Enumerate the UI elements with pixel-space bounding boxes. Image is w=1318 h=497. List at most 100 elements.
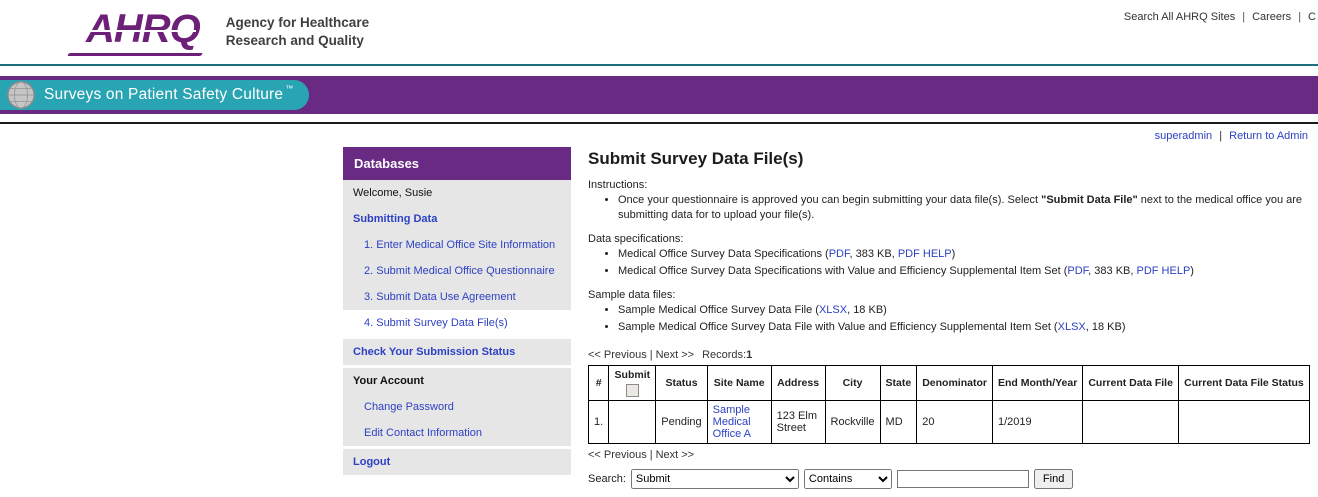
column-header-site-name: Site Name	[707, 366, 771, 401]
search-all-ahrq-sites-link[interactable]: Search All AHRQ Sites	[1124, 11, 1235, 23]
column-header-submit: Submit	[609, 366, 656, 401]
xlsx-link[interactable]: XLSX	[1058, 321, 1086, 333]
column-header-number: #	[589, 366, 609, 401]
records-count: 1	[746, 349, 752, 361]
content-area: superadmin | Return to Admin Databases W…	[0, 124, 1318, 489]
cell-status: Pending	[656, 401, 707, 444]
previous-link[interactable]: << Previous	[588, 349, 647, 361]
next-link[interactable]: Next >>	[656, 349, 695, 361]
tagline-line1: Agency for Healthcare	[226, 14, 369, 32]
pdf-link[interactable]: PDF	[1067, 265, 1088, 277]
search-text-input[interactable]	[897, 470, 1029, 488]
search-operator-select[interactable]: Contains	[804, 469, 892, 489]
admin-separator: |	[1219, 130, 1222, 142]
spec-item: Medical Office Survey Data Specification…	[618, 264, 1312, 279]
top-nav-separator: |	[1298, 11, 1301, 23]
sample-data-files-label: Sample data files:	[588, 289, 1312, 301]
sample-item: Sample Medical Office Survey Data File (…	[618, 303, 1312, 318]
top-nav: Search All AHRQ Sites | Careers | C	[1124, 11, 1316, 23]
sidebar-item-step4-submit-data-files[interactable]: 4. Submit Survey Data File(s)	[343, 310, 571, 336]
trademark-symbol: ™	[285, 80, 293, 93]
sops-banner: Surveys on Patient Safety Culture ™	[0, 76, 1318, 114]
logo-tagline: Agency for Healthcare Research and Quali…	[226, 14, 369, 49]
next-link[interactable]: Next >>	[656, 449, 695, 461]
sample-text: Sample Medical Office Survey Data File (	[618, 304, 819, 316]
tagline-line2: Research and Quality	[226, 32, 369, 50]
cell-current-data-file-status	[1178, 401, 1309, 444]
column-header-state: State	[880, 366, 917, 401]
sample-text: , 18 KB)	[1086, 321, 1126, 333]
cell-site-name: Sample Medical Office A	[707, 401, 771, 444]
sidebar-item-step1-site-information[interactable]: 1. Enter Medical Office Site Information	[343, 232, 571, 258]
sample-text: , 18 KB)	[847, 304, 887, 316]
cell-denominator: 20	[917, 401, 993, 444]
pagination-separator: |	[650, 349, 653, 361]
globe-icon	[6, 80, 36, 115]
instructions-item: Once your questionnaire is approved you …	[618, 193, 1312, 224]
previous-link[interactable]: << Previous	[588, 449, 647, 461]
page-title: Submit Survey Data File(s)	[588, 149, 1312, 169]
ahrq-logo-text: AHRQ	[86, 7, 200, 51]
instructions-label: Instructions:	[588, 179, 1312, 191]
sidebar-item-step3-data-use-agreement[interactable]: 3. Submit Data Use Agreement	[343, 284, 571, 310]
sample-item: Sample Medical Office Survey Data File w…	[618, 320, 1312, 335]
cell-city: Rockville	[825, 401, 880, 444]
cell-current-data-file	[1083, 401, 1179, 444]
sample-data-files-list: Sample Medical Office Survey Data File (…	[588, 303, 1312, 336]
sidebar-body: Welcome, Susie Submitting Data 1. Enter …	[343, 180, 571, 475]
pdf-link[interactable]: PDF	[829, 248, 850, 260]
column-header-current-data-file-status: Current Data File Status	[1178, 366, 1309, 401]
instructions-text: Once your questionnaire is approved you …	[618, 194, 1041, 206]
top-header: AHRQ Agency for Healthcare Research and …	[0, 0, 1318, 66]
cell-submit	[609, 401, 656, 444]
welcome-text: Welcome, Susie	[343, 180, 571, 206]
sidebar-item-submitting-data[interactable]: Submitting Data	[343, 206, 571, 232]
sidebar-item-logout[interactable]: Logout	[343, 446, 571, 475]
return-to-admin-link[interactable]: Return to Admin	[1229, 130, 1308, 142]
data-specifications-list: Medical Office Survey Data Specification…	[588, 247, 1312, 280]
logo-stripe	[80, 30, 196, 32]
column-header-current-data-file: Current Data File	[1083, 366, 1179, 401]
pagination-bottom: << Previous|Next >>	[588, 449, 1312, 461]
top-nav-separator: |	[1242, 11, 1245, 23]
column-header-address: Address	[771, 366, 825, 401]
pdf-help-link[interactable]: PDF HELP	[898, 248, 952, 260]
table-row: 1. Pending Sample Medical Office A 123 E…	[589, 401, 1310, 444]
spec-item: Medical Office Survey Data Specification…	[618, 247, 1312, 262]
find-button[interactable]: Find	[1034, 469, 1073, 489]
cell-end-month-year: 1/2019	[992, 401, 1082, 444]
sidebar-item-check-submission-status[interactable]: Check Your Submission Status	[343, 336, 571, 365]
column-header-status: Status	[656, 366, 707, 401]
sidebar-item-edit-contact-information[interactable]: Edit Contact Information	[343, 420, 571, 446]
column-header-city: City	[825, 366, 880, 401]
cell-state: MD	[880, 401, 917, 444]
spec-text: Medical Office Survey Data Specification…	[618, 265, 1067, 277]
pdf-help-link[interactable]: PDF HELP	[1136, 265, 1190, 277]
sample-text: Sample Medical Office Survey Data File w…	[618, 321, 1058, 333]
careers-link[interactable]: Careers	[1252, 11, 1291, 23]
sidebar-item-change-password[interactable]: Change Password	[343, 394, 571, 420]
sidebar-header-databases: Databases	[343, 147, 571, 180]
cell-number: 1.	[589, 401, 609, 444]
admin-bar: superadmin | Return to Admin	[343, 128, 1312, 147]
sidebar-heading-your-account: Your Account	[343, 365, 571, 394]
column-header-end-month-year: End Month/Year	[992, 366, 1082, 401]
records-label: Records:	[702, 349, 746, 361]
submit-sort-icon[interactable]	[626, 384, 639, 397]
search-field-select[interactable]: Submit	[631, 469, 799, 489]
cell-address: 123 Elm Street	[771, 401, 825, 444]
spec-text: , 383 KB,	[1088, 265, 1136, 277]
site-name-link[interactable]: Sample Medical Office A	[713, 404, 751, 440]
data-specifications-label: Data specifications:	[588, 233, 1312, 245]
xlsx-link[interactable]: XLSX	[819, 304, 847, 316]
ahrq-logo[interactable]: AHRQ	[84, 9, 208, 56]
search-label: Search:	[588, 473, 626, 485]
username-label: superadmin	[1155, 130, 1212, 142]
sidebar-item-step2-questionnaire[interactable]: 2. Submit Medical Office Questionnaire	[343, 258, 571, 284]
instructions-bold-text: "Submit Data File"	[1041, 194, 1138, 206]
instructions-list: Once your questionnaire is approved you …	[588, 193, 1312, 224]
pagination-top: << Previous|Next >> Records:1	[588, 349, 1312, 361]
contact-link-truncated[interactable]: C	[1308, 11, 1316, 23]
spec-text: )	[952, 248, 956, 260]
pagination-separator: |	[650, 449, 653, 461]
